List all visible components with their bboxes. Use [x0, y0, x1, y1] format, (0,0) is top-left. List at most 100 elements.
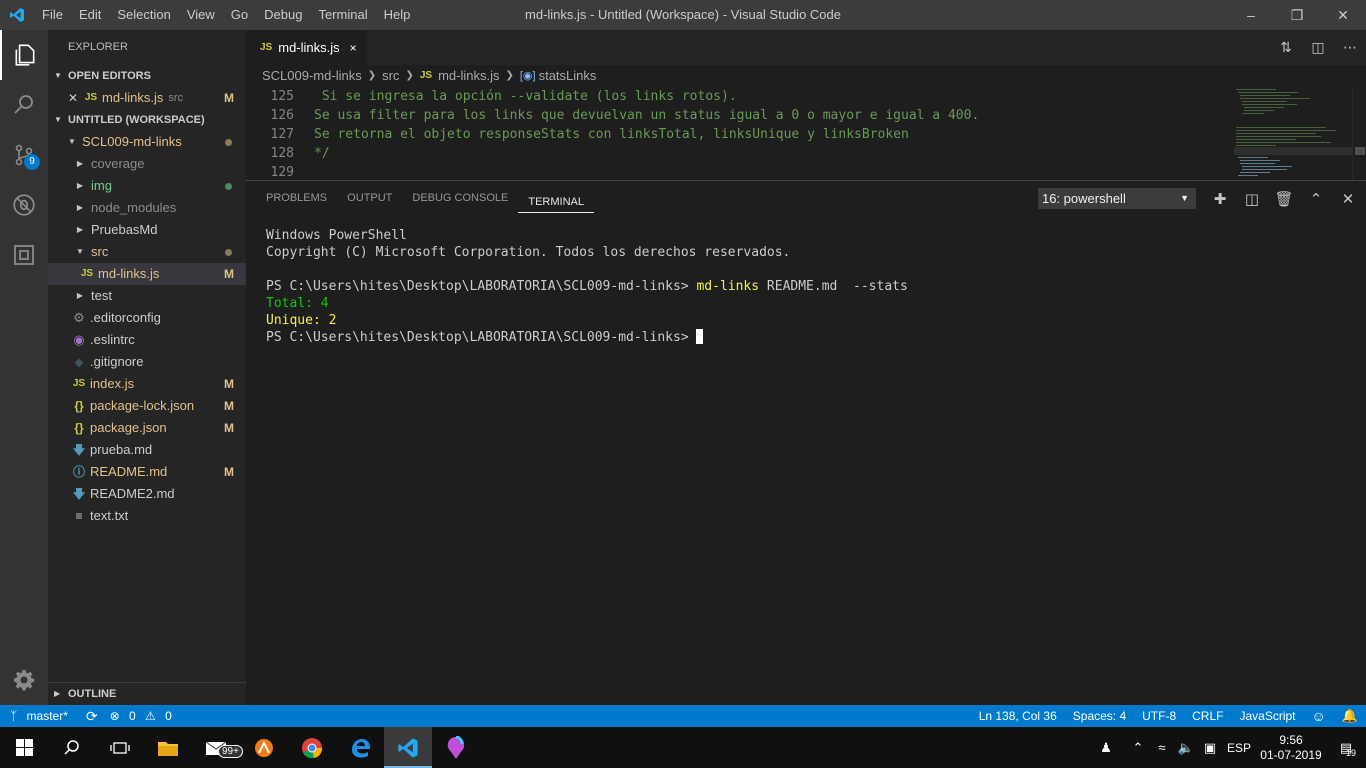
- code-area[interactable]: 125 Si se ingresa la opción --validate (…: [246, 87, 1231, 182]
- breadcrumb-item[interactable]: md-links.js: [438, 65, 499, 87]
- menu-go[interactable]: Go: [223, 0, 256, 30]
- workspace-header[interactable]: ▼ UNTITLED (WORKSPACE): [48, 109, 246, 131]
- notifications-bell-icon[interactable]: 🔔: [1334, 708, 1366, 724]
- menu-file[interactable]: File: [34, 0, 71, 30]
- clock[interactable]: 9:56 01-07-2019: [1256, 733, 1326, 763]
- chevron-down-icon: ▼: [54, 71, 62, 80]
- split-editor-icon[interactable]: ◫: [1302, 39, 1334, 56]
- tab-terminal[interactable]: TERMINAL: [518, 185, 594, 213]
- tree-folder-src[interactable]: ▼ src: [48, 241, 246, 263]
- maximize-panel-icon[interactable]: ⌃: [1300, 190, 1332, 208]
- debug-icon[interactable]: [0, 180, 48, 230]
- dropdown-arrow-icon: ▼: [1180, 193, 1189, 203]
- tree-file-eslintrc[interactable]: ◉ .eslintrc: [48, 329, 246, 351]
- search-icon[interactable]: [0, 80, 48, 130]
- tree-file-readme[interactable]: ⓘ README.md M: [48, 461, 246, 483]
- tree-folder-node-modules[interactable]: ▶ node_modules: [48, 197, 246, 219]
- extensions-icon[interactable]: [0, 230, 48, 280]
- tree-folder-img[interactable]: ▶ img: [48, 175, 246, 197]
- tree-file-gitignore[interactable]: ◆ .gitignore: [48, 351, 246, 373]
- task-view-icon[interactable]: [96, 727, 144, 768]
- tree-file-readme2[interactable]: 🡇 README2.md: [48, 483, 246, 505]
- more-actions-icon[interactable]: ⋯: [1334, 39, 1366, 56]
- breadcrumb-item[interactable]: statsLinks: [539, 65, 597, 87]
- menu-selection[interactable]: Selection: [109, 0, 178, 30]
- search-icon[interactable]: [48, 727, 96, 768]
- start-windows-icon[interactable]: [0, 727, 48, 768]
- open-changes-icon[interactable]: ⇅: [1270, 39, 1302, 56]
- menu-help[interactable]: Help: [376, 0, 419, 30]
- language-mode[interactable]: JavaScript: [1231, 709, 1303, 723]
- modified-status: M: [224, 267, 234, 281]
- battery-icon[interactable]: ▣: [1198, 740, 1222, 756]
- source-control-icon[interactable]: 9: [0, 130, 48, 180]
- cursor-position[interactable]: Ln 138, Col 36: [971, 709, 1065, 723]
- menu-edit[interactable]: Edit: [71, 0, 109, 30]
- tab-problems[interactable]: PROBLEMS: [256, 181, 337, 216]
- split-terminal-icon[interactable]: ◫: [1236, 190, 1268, 208]
- action-center-icon[interactable]: ▤ 19: [1326, 740, 1366, 758]
- tree-folder-pruebasmd[interactable]: ▶ PruebasMd: [48, 219, 246, 241]
- terminal-select[interactable]: 16: powershell ▼: [1038, 188, 1196, 209]
- menu-debug[interactable]: Debug: [256, 0, 310, 30]
- restore-button[interactable]: ❐: [1274, 0, 1320, 30]
- js-file-icon: JS: [419, 70, 433, 81]
- terminal-cursor: [696, 329, 704, 344]
- tab-md-links[interactable]: JS md-links.js ×: [246, 30, 367, 65]
- mail-icon[interactable]: 99+: [192, 727, 243, 768]
- line-ending[interactable]: CRLF: [1184, 709, 1231, 723]
- indentation[interactable]: Spaces: 4: [1065, 709, 1134, 723]
- tree-file-text-txt[interactable]: ≡ text.txt: [48, 505, 246, 527]
- tree-file-prueba-md[interactable]: 🡇 prueba.md: [48, 439, 246, 461]
- problems-status[interactable]: ⊗ 0 ⚠ 0: [104, 709, 184, 723]
- tab-output[interactable]: OUTPUT: [337, 181, 402, 216]
- menu-view[interactable]: View: [179, 0, 223, 30]
- outline-header[interactable]: ▶ OUTLINE: [48, 683, 246, 705]
- terminal-output[interactable]: Windows PowerShell Copyright (C) Microso…: [266, 227, 908, 346]
- encoding[interactable]: UTF-8: [1134, 709, 1184, 723]
- tree-file-index-js[interactable]: JS index.js M: [48, 373, 246, 395]
- trash-icon[interactable]: 🗑: [1268, 190, 1300, 208]
- sync-icon[interactable]: ⟳: [80, 708, 104, 725]
- open-editor-item[interactable]: ✕ JS md-links.js src M: [48, 87, 246, 109]
- volume-icon[interactable]: 🔈: [1174, 740, 1198, 756]
- tab-debug-console[interactable]: DEBUG CONSOLE: [402, 181, 518, 216]
- open-editors-header[interactable]: ▼ OPEN EDITORS: [48, 65, 246, 87]
- edge-icon[interactable]: [336, 727, 384, 768]
- tree-file-package-json[interactable]: {} package.json M: [48, 417, 246, 439]
- vscode-taskbar-icon[interactable]: [384, 727, 432, 768]
- avast-icon[interactable]: [240, 727, 288, 768]
- close-window-button[interactable]: ✕: [1320, 0, 1366, 30]
- js-file-icon: JS: [84, 92, 98, 103]
- tab-label: md-links.js: [278, 40, 340, 55]
- wifi-icon[interactable]: ≈: [1150, 740, 1174, 755]
- explorer-icon[interactable]: [0, 30, 48, 80]
- chrome-icon[interactable]: [288, 727, 336, 768]
- branch-status[interactable]: ᛉ master*: [0, 709, 80, 723]
- close-panel-icon[interactable]: ✕: [1332, 190, 1364, 208]
- chevron-right-icon: ❯: [405, 70, 414, 81]
- file-explorer-icon[interactable]: [144, 727, 192, 768]
- tree-file-md-links[interactable]: JS md-links.js M: [48, 263, 246, 285]
- close-icon[interactable]: ×: [350, 41, 357, 55]
- breadcrumb-item[interactable]: src: [382, 65, 399, 87]
- input-language[interactable]: ESP: [1222, 741, 1256, 755]
- breadcrumb-item[interactable]: SCL009-md-links: [262, 65, 362, 87]
- feedback-smiley-icon[interactable]: ☺: [1304, 708, 1334, 724]
- system-tray: ♟ ⌃ ≈ 🔈 ▣ ESP 9:56 01-07-2019 ▤ 19: [1094, 727, 1366, 768]
- tree-root-folder[interactable]: ▼ SCL009-md-links: [48, 131, 246, 153]
- tree-file-package-lock[interactable]: {} package-lock.json M: [48, 395, 246, 417]
- settings-gear-icon[interactable]: [0, 655, 48, 705]
- close-icon[interactable]: ✕: [68, 87, 82, 109]
- chevron-up-icon[interactable]: ⌃: [1126, 740, 1150, 756]
- minimize-button[interactable]: –: [1228, 0, 1274, 30]
- menu-terminal[interactable]: Terminal: [310, 0, 375, 30]
- people-icon[interactable]: ♟: [1094, 740, 1118, 756]
- minimap[interactable]: [1234, 87, 1354, 180]
- new-terminal-icon[interactable]: ✚: [1204, 190, 1236, 208]
- editor-scrollbar[interactable]: [1352, 87, 1366, 180]
- tree-folder-test[interactable]: ▶ test: [48, 285, 246, 307]
- tree-folder-coverage[interactable]: ▶ coverage: [48, 153, 246, 175]
- tree-file-editorconfig[interactable]: ⚙ .editorconfig: [48, 307, 246, 329]
- paint-3d-icon[interactable]: [432, 727, 480, 768]
